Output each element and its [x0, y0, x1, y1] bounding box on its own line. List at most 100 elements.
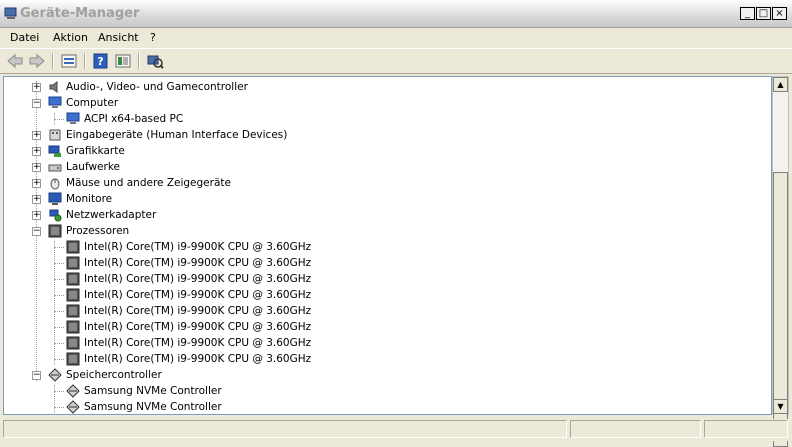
- collapse-button[interactable]: −: [32, 227, 41, 236]
- tree-connector: [54, 119, 64, 120]
- toolbar-separator: [52, 53, 54, 69]
- collapse-button[interactable]: −: [32, 99, 41, 108]
- tree-connector: [54, 359, 64, 360]
- scroll-up-button[interactable]: ▲: [773, 77, 788, 92]
- toolbar-separator: [138, 53, 140, 69]
- tree-row-graphics[interactable]: + Grafikkarte: [4, 143, 764, 159]
- vertical-scrollbar[interactable]: ▲ ▼: [772, 76, 789, 447]
- tree-label: Eingabegeräte (Human Interface Devices): [66, 129, 288, 141]
- tree-row-nvme[interactable]: Samsung NVMe Controller: [4, 399, 764, 414]
- processor-icon: [66, 304, 80, 318]
- help-icon[interactable]: ?: [92, 53, 110, 69]
- status-panel: [704, 420, 788, 438]
- tree-label: Intel(R) Core(TM) i9-9900K CPU @ 3.60GHz: [84, 257, 312, 269]
- tree-row-cpu[interactable]: Intel(R) Core(TM) i9-9900K CPU @ 3.60GHz: [4, 271, 764, 287]
- view-icon[interactable]: [114, 53, 132, 69]
- minimize-button[interactable]: _: [740, 7, 755, 20]
- tree-label: Grafikkarte: [66, 145, 125, 157]
- status-bar: [0, 419, 792, 441]
- speaker-icon: [49, 81, 58, 93]
- menu-aktion[interactable]: Aktion: [53, 31, 88, 44]
- expand-button[interactable]: +: [32, 211, 41, 220]
- tree-connector: [54, 279, 64, 280]
- properties-icon[interactable]: [60, 53, 78, 69]
- tree-label: Mäuse und andere Zeigegeräte: [66, 177, 231, 189]
- tree-connector: [54, 263, 64, 264]
- menu-datei[interactable]: Datei: [10, 31, 39, 44]
- back-icon[interactable]: [6, 53, 24, 69]
- tree-row-processors[interactable]: − Prozessoren: [4, 223, 764, 239]
- tree-row-mice[interactable]: + Mäuse und andere Zeigegeräte: [4, 175, 764, 191]
- tree-row-cpu[interactable]: Intel(R) Core(TM) i9-9900K CPU @ 3.60GHz: [4, 255, 764, 271]
- tree-row-storage[interactable]: − Speichercontroller: [4, 367, 764, 383]
- processor-icon: [66, 320, 80, 334]
- tree-row-acpi[interactable]: ACPI x64-based PC: [4, 111, 764, 127]
- expand-button[interactable]: +: [32, 147, 41, 156]
- tree-connector: [54, 327, 64, 328]
- tree-row-network[interactable]: + Netzwerkadapter: [4, 207, 764, 223]
- menu-help[interactable]: ?: [150, 31, 156, 44]
- network-adapter-icon: [49, 209, 62, 222]
- hid-icon: [49, 129, 61, 141]
- tree-row-computer[interactable]: − Computer: [4, 95, 764, 111]
- tree-label: Intel(R) Core(TM) i9-9900K CPU @ 3.60GHz: [84, 305, 312, 317]
- device-tree[interactable]: + Audio-, Video- und Gamecontroller − Co…: [3, 76, 772, 415]
- tree-row-drives[interactable]: + Laufwerke: [4, 159, 764, 175]
- tree-row-cpu[interactable]: Intel(R) Core(TM) i9-9900K CPU @ 3.60GHz: [4, 319, 764, 335]
- menu-bar: Datei Aktion Ansicht ?: [0, 28, 792, 48]
- tree-label: Computer: [66, 97, 119, 109]
- tree-row-cpu[interactable]: Intel(R) Core(TM) i9-9900K CPU @ 3.60GHz: [4, 335, 764, 351]
- expand-button[interactable]: +: [32, 131, 41, 140]
- tree-row-audio[interactable]: + Audio-, Video- und Gamecontroller: [4, 79, 764, 95]
- toolbar-separator: [84, 53, 86, 69]
- tree-row-cpu[interactable]: Intel(R) Core(TM) i9-9900K CPU @ 3.60GHz: [4, 287, 764, 303]
- mouse-icon: [50, 178, 60, 190]
- tree-connector: [54, 391, 64, 392]
- processor-icon: [66, 336, 80, 350]
- expand-button[interactable]: +: [32, 179, 41, 188]
- forward-icon[interactable]: [28, 53, 46, 69]
- tree-row-nvme[interactable]: Samsung NVMe Controller: [4, 383, 764, 399]
- svg-text:?: ?: [97, 55, 103, 68]
- tree-connector: [54, 295, 64, 296]
- collapse-button[interactable]: −: [32, 371, 41, 380]
- storage-controller-icon: [66, 384, 80, 398]
- tree-row-cpu[interactable]: Intel(R) Core(TM) i9-9900K CPU @ 3.60GHz: [4, 239, 764, 255]
- tree-label: Speichercontroller: [66, 369, 162, 381]
- computer-icon: [66, 112, 80, 124]
- tree-connector: [54, 311, 64, 312]
- processor-icon: [66, 352, 80, 366]
- expand-button[interactable]: +: [32, 163, 41, 172]
- tree-connector: [54, 247, 64, 248]
- processor-icon: [66, 272, 80, 286]
- storage-controller-icon: [66, 400, 80, 414]
- tree-row-monitors[interactable]: + Monitore: [4, 191, 764, 207]
- tree-label: Intel(R) Core(TM) i9-9900K CPU @ 3.60GHz: [84, 321, 312, 333]
- disk-drive-icon: [48, 164, 62, 172]
- storage-controller-icon: [48, 368, 62, 382]
- processor-icon: [48, 224, 62, 238]
- monitor-icon: [48, 192, 62, 205]
- window-title: Geräte-Manager: [20, 6, 140, 21]
- scroll-down-button[interactable]: ▼: [773, 399, 788, 414]
- tree-label: ACPI x64-based PC: [84, 113, 184, 125]
- tree-label: Intel(R) Core(TM) i9-9900K CPU @ 3.60GHz: [84, 353, 312, 365]
- scan-hardware-icon[interactable]: [146, 53, 164, 69]
- tree-label: Prozessoren: [66, 225, 130, 237]
- title-bar[interactable]: Geräte-Manager _ □ ×: [0, 0, 792, 28]
- tree-label: Monitore: [66, 193, 113, 205]
- tree-connector: [54, 407, 64, 408]
- status-panel: [570, 420, 701, 438]
- tree-row-cpu[interactable]: Intel(R) Core(TM) i9-9900K CPU @ 3.60GHz: [4, 303, 764, 319]
- processor-icon: [66, 288, 80, 302]
- expand-button[interactable]: +: [32, 83, 41, 92]
- tree-label: Netzwerkadapter: [66, 209, 157, 221]
- tree-row-hid[interactable]: + Eingabegeräte (Human Interface Devices…: [4, 127, 764, 143]
- maximize-button[interactable]: □: [756, 7, 771, 20]
- expand-button[interactable]: +: [32, 195, 41, 204]
- close-button[interactable]: ×: [772, 7, 787, 20]
- menu-ansicht[interactable]: Ansicht: [98, 31, 139, 44]
- tree-row-cpu[interactable]: Intel(R) Core(TM) i9-9900K CPU @ 3.60GHz: [4, 351, 764, 367]
- tree-label: Samsung NVMe Controller: [84, 401, 222, 413]
- tree-label: Intel(R) Core(TM) i9-9900K CPU @ 3.60GHz: [84, 289, 312, 301]
